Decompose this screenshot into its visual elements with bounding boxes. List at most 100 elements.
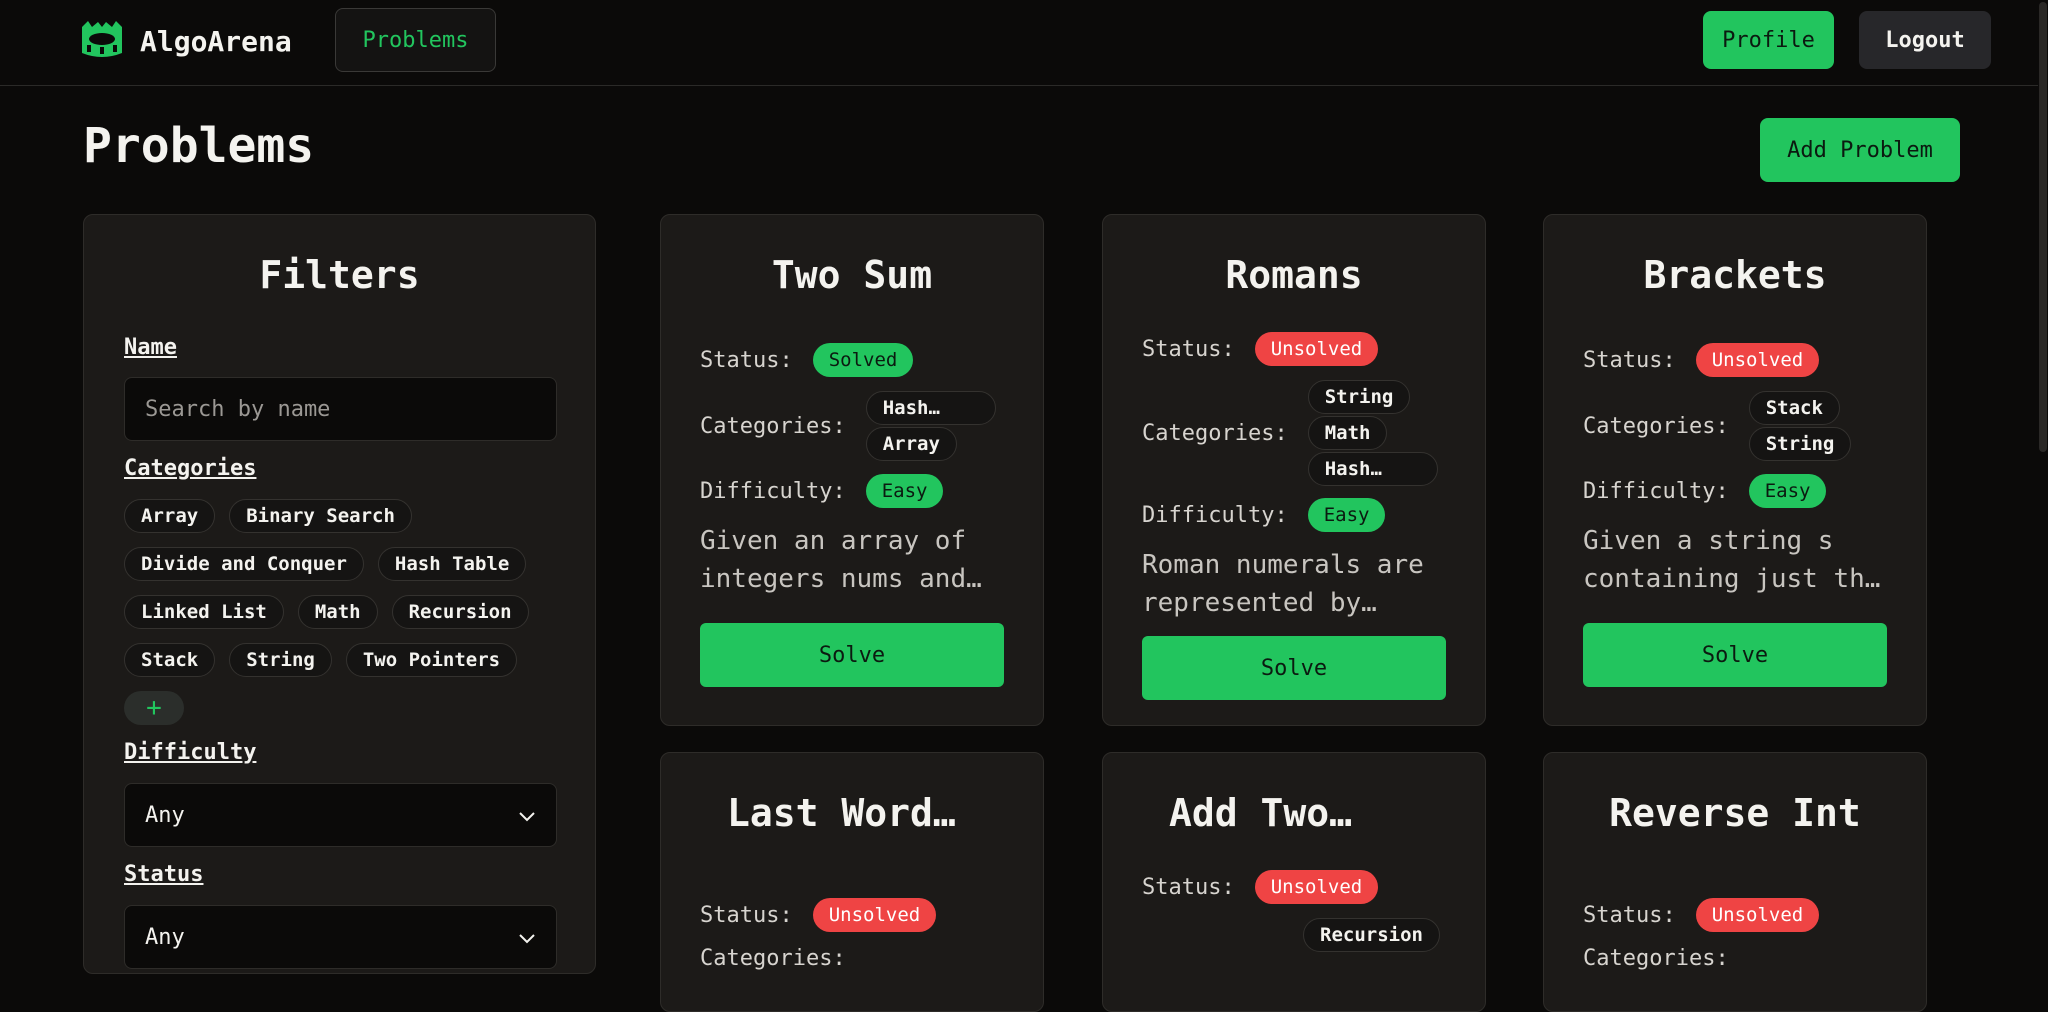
categories-row: Categories: Hash… Array xyxy=(700,391,996,461)
problem-card: Brackets Status: Unsolved Categories: St… xyxy=(1543,214,1927,726)
category-tag: String xyxy=(1748,427,1852,461)
difficulty-badge: Easy xyxy=(865,474,944,508)
category-chip-string[interactable]: String xyxy=(229,643,332,677)
categories-label: Categories: xyxy=(700,413,846,439)
solve-button[interactable]: Solve xyxy=(700,623,1004,687)
status-badge: Solved xyxy=(812,343,914,377)
status-row: Status: Unsolved xyxy=(1142,332,1379,366)
profile-button[interactable]: Profile xyxy=(1703,11,1834,69)
status-label: Status: xyxy=(700,902,793,928)
category-tag: Stack xyxy=(1748,391,1840,425)
difficulty-select-value: Any xyxy=(145,802,185,828)
problem-card: Romans Status: Unsolved Categories: Stri… xyxy=(1102,214,1486,726)
category-tag: String xyxy=(1307,380,1411,414)
status-row: Status: Unsolved xyxy=(1583,898,1820,932)
difficulty-filter-label: Difficulty xyxy=(124,740,257,765)
category-tag: Recursion xyxy=(1303,918,1440,952)
category-list: Stack String xyxy=(1748,391,1852,461)
status-badge: Unsolved xyxy=(1695,898,1820,932)
categories-filter-label: Categories xyxy=(124,456,257,481)
search-input[interactable] xyxy=(124,377,557,441)
brand-name: AlgoArena xyxy=(140,24,292,58)
category-chip-hash-table[interactable]: Hash Table xyxy=(377,547,527,581)
status-filter-label: Status xyxy=(124,862,204,887)
problem-title: Brackets xyxy=(1643,253,1827,297)
problem-description: Given an array of integers nums and… xyxy=(700,526,982,594)
status-badge: Unsolved xyxy=(1695,343,1820,377)
add-problem-button[interactable]: Add Problem xyxy=(1760,118,1960,182)
category-list: Hash… Array xyxy=(865,391,996,461)
difficulty-row: Difficulty: Easy xyxy=(1583,474,1827,508)
filters-panel: Filters Name Categories Array Binary Sea… xyxy=(83,214,596,974)
problem-title: Last Word… xyxy=(727,791,956,835)
brand[interactable]: AlgoArena xyxy=(78,20,292,62)
category-tag: Array xyxy=(865,427,957,461)
categories-label: Categories: xyxy=(1583,946,1729,971)
difficulty-row: Difficulty: Easy xyxy=(700,474,944,508)
difficulty-label: Difficulty: xyxy=(1142,502,1288,528)
page-title: Problems xyxy=(83,118,315,174)
category-chip-linked-list[interactable]: Linked List xyxy=(124,595,284,629)
status-badge: Unsolved xyxy=(812,898,937,932)
categories-label: Categories: xyxy=(700,946,846,971)
categories-label: Categories: xyxy=(1583,413,1729,439)
problem-card: Two Sum Status: Solved Categories: Hash…… xyxy=(660,214,1044,726)
status-label: Status: xyxy=(1583,902,1676,928)
problem-title: Add Two… xyxy=(1169,791,1353,835)
category-chip-binary-search[interactable]: Binary Search xyxy=(229,499,412,533)
categories-row: Categories: String Math Hash… xyxy=(1142,380,1438,486)
category-chip-two-pointers[interactable]: Two Pointers xyxy=(345,643,518,677)
status-label: Status: xyxy=(1142,874,1235,900)
categories-row: Categories: xyxy=(700,946,866,971)
problem-description: Given a string s containing just th… xyxy=(1583,526,1881,594)
status-badge: Unsolved xyxy=(1254,870,1379,904)
stadium-logo-icon xyxy=(78,19,126,63)
name-filter-label: Name xyxy=(124,335,177,360)
solve-button[interactable]: Solve xyxy=(1142,636,1446,700)
status-row: Status: Unsolved xyxy=(700,898,937,932)
scrollbar-thumb[interactable] xyxy=(2039,2,2047,452)
problem-title: Reverse Int xyxy=(1609,791,1861,835)
categories-row: Recursion xyxy=(1303,918,1440,952)
category-chip-recursion[interactable]: Recursion xyxy=(391,595,529,629)
category-chip-stack[interactable]: Stack xyxy=(124,643,216,677)
difficulty-label: Difficulty: xyxy=(700,478,846,504)
page-scrollbar[interactable] xyxy=(2038,0,2048,956)
filters-title: Filters xyxy=(259,253,420,297)
difficulty-badge: Easy xyxy=(1748,474,1827,508)
difficulty-select[interactable]: Any xyxy=(124,783,557,847)
categories-label: Categories: xyxy=(1142,420,1288,446)
navbar: AlgoArena Problems Profile Logout xyxy=(0,0,2048,86)
categories-row: Categories: Stack String xyxy=(1583,391,1852,461)
category-chips: Array Binary Search Divide and Conquer H… xyxy=(124,499,557,725)
category-tag: Hash… xyxy=(865,391,996,425)
category-chip-divide-and-conquer[interactable]: Divide and Conquer xyxy=(124,547,364,581)
problem-title: Two Sum xyxy=(771,253,933,297)
problem-description: Roman numerals are represented by… xyxy=(1142,550,1424,618)
categories-row: Categories: xyxy=(1583,946,1749,971)
status-row: Status: Solved xyxy=(700,343,914,377)
logout-button[interactable]: Logout xyxy=(1859,11,1991,69)
difficulty-label: Difficulty: xyxy=(1583,478,1729,504)
solve-button[interactable]: Solve xyxy=(1583,623,1887,687)
problem-title: Romans xyxy=(1225,253,1363,297)
problem-card: Reverse Int Status: Unsolved Categories: xyxy=(1543,752,1927,1012)
status-select-value: Any xyxy=(145,924,185,950)
category-tag: Hash… xyxy=(1307,452,1438,486)
chevron-down-icon xyxy=(518,925,536,950)
status-label: Status: xyxy=(1142,336,1235,362)
add-category-button[interactable]: + xyxy=(124,691,184,725)
status-select[interactable]: Any xyxy=(124,905,557,969)
status-row: Status: Unsolved xyxy=(1142,870,1379,904)
status-label: Status: xyxy=(1583,347,1676,373)
status-badge: Unsolved xyxy=(1254,332,1379,366)
category-tag: Math xyxy=(1307,416,1388,450)
difficulty-badge: Easy xyxy=(1307,498,1386,532)
category-chip-math[interactable]: Math xyxy=(297,595,378,629)
difficulty-row: Difficulty: Easy xyxy=(1142,498,1386,532)
category-list: String Math Hash… xyxy=(1307,380,1438,486)
problem-card: Add Two… Status: Unsolved Recursion xyxy=(1102,752,1486,1012)
problem-card: Last Word… Status: Unsolved Categories: xyxy=(660,752,1044,1012)
category-chip-array[interactable]: Array xyxy=(124,499,216,533)
nav-problems-link[interactable]: Problems xyxy=(335,8,496,72)
